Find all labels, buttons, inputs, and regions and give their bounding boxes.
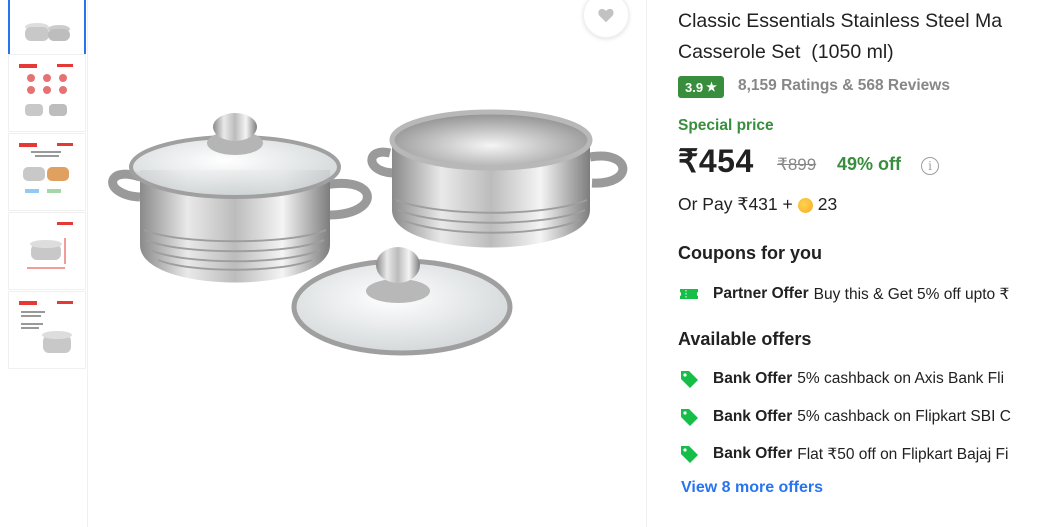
- infographic-thumb-image: [19, 64, 73, 116]
- ratings-reviews-link[interactable]: 8,159 Ratings & 568 Reviews: [738, 77, 950, 95]
- offers-heading: Available offers: [678, 329, 812, 349]
- original-price: ₹899: [777, 155, 817, 174]
- offer-text: 5% cashback on Flipkart SBI C: [797, 408, 1011, 425]
- tag-icon: [678, 368, 700, 390]
- details-divider: [646, 0, 647, 527]
- casserole-thumb-image: [25, 23, 70, 41]
- wishlist-button[interactable]: [583, 0, 629, 38]
- thumbnail-2[interactable]: [8, 54, 86, 132]
- offer-kind: Bank Offer: [713, 370, 793, 387]
- offer-kind: Bank Offer: [713, 408, 793, 425]
- star-icon: ★: [706, 80, 717, 94]
- offer-item: Bank Offer 5% cashback on Flipkart SBI C: [678, 406, 1011, 428]
- coupon-item: Partner Offer Buy this & Get 5% off upto…: [678, 283, 1009, 305]
- rating-badge[interactable]: 3.9 ★: [678, 76, 724, 98]
- product-title: Classic Essentials Stainless Steel Ma Ca…: [678, 6, 1038, 68]
- coupon-kind: Partner Offer: [713, 285, 809, 302]
- or-pay-coins: 23: [817, 194, 838, 214]
- ticket-icon: [678, 283, 700, 305]
- thumbnail-3[interactable]: [8, 133, 86, 211]
- gallery-divider: [87, 0, 88, 527]
- view-more-offers-link[interactable]: View 8 more offers: [681, 479, 823, 497]
- or-pay-row: Or Pay ₹431 + 23: [678, 194, 837, 215]
- selling-price: ₹454: [678, 143, 754, 179]
- offer-text: Flat ₹50 off on Flipkart Bajaj Fi: [797, 445, 1009, 463]
- supercoin-icon: [797, 198, 813, 213]
- product-title-line2: Casserole Set (1050 ml): [678, 41, 894, 63]
- price-info-icon[interactable]: i: [921, 157, 939, 175]
- thumbnail-4[interactable]: [8, 212, 86, 290]
- coupon-text: Buy this & Get 5% off upto ₹: [813, 285, 1010, 303]
- tag-icon: [678, 406, 700, 428]
- offer-item: Bank Offer Flat ₹50 off on Flipkart Baja…: [678, 443, 1008, 465]
- offer-item: Bank Offer 5% cashback on Axis Bank Fli: [678, 368, 1004, 390]
- special-price-label: Special price: [678, 117, 774, 134]
- or-pay-text: Or Pay ₹431 +: [678, 194, 793, 214]
- offer-text: 5% cashback on Axis Bank Fli: [797, 370, 1005, 387]
- rating-value: 3.9: [685, 79, 704, 95]
- thumbnail-5[interactable]: [8, 291, 86, 369]
- tag-icon: [678, 443, 700, 465]
- coupons-heading: Coupons for you: [678, 243, 822, 263]
- discount-percent: 49% off: [837, 154, 902, 174]
- dimension-thumb-image: [27, 222, 73, 269]
- heart-icon: [598, 8, 614, 23]
- product-title-line1: Classic Essentials Stainless Steel Ma: [678, 10, 1003, 32]
- features-thumb-image: [19, 301, 73, 353]
- product-image: [108, 109, 628, 356]
- offer-kind: Bank Offer: [713, 445, 793, 462]
- usage-thumb-image: [19, 143, 73, 193]
